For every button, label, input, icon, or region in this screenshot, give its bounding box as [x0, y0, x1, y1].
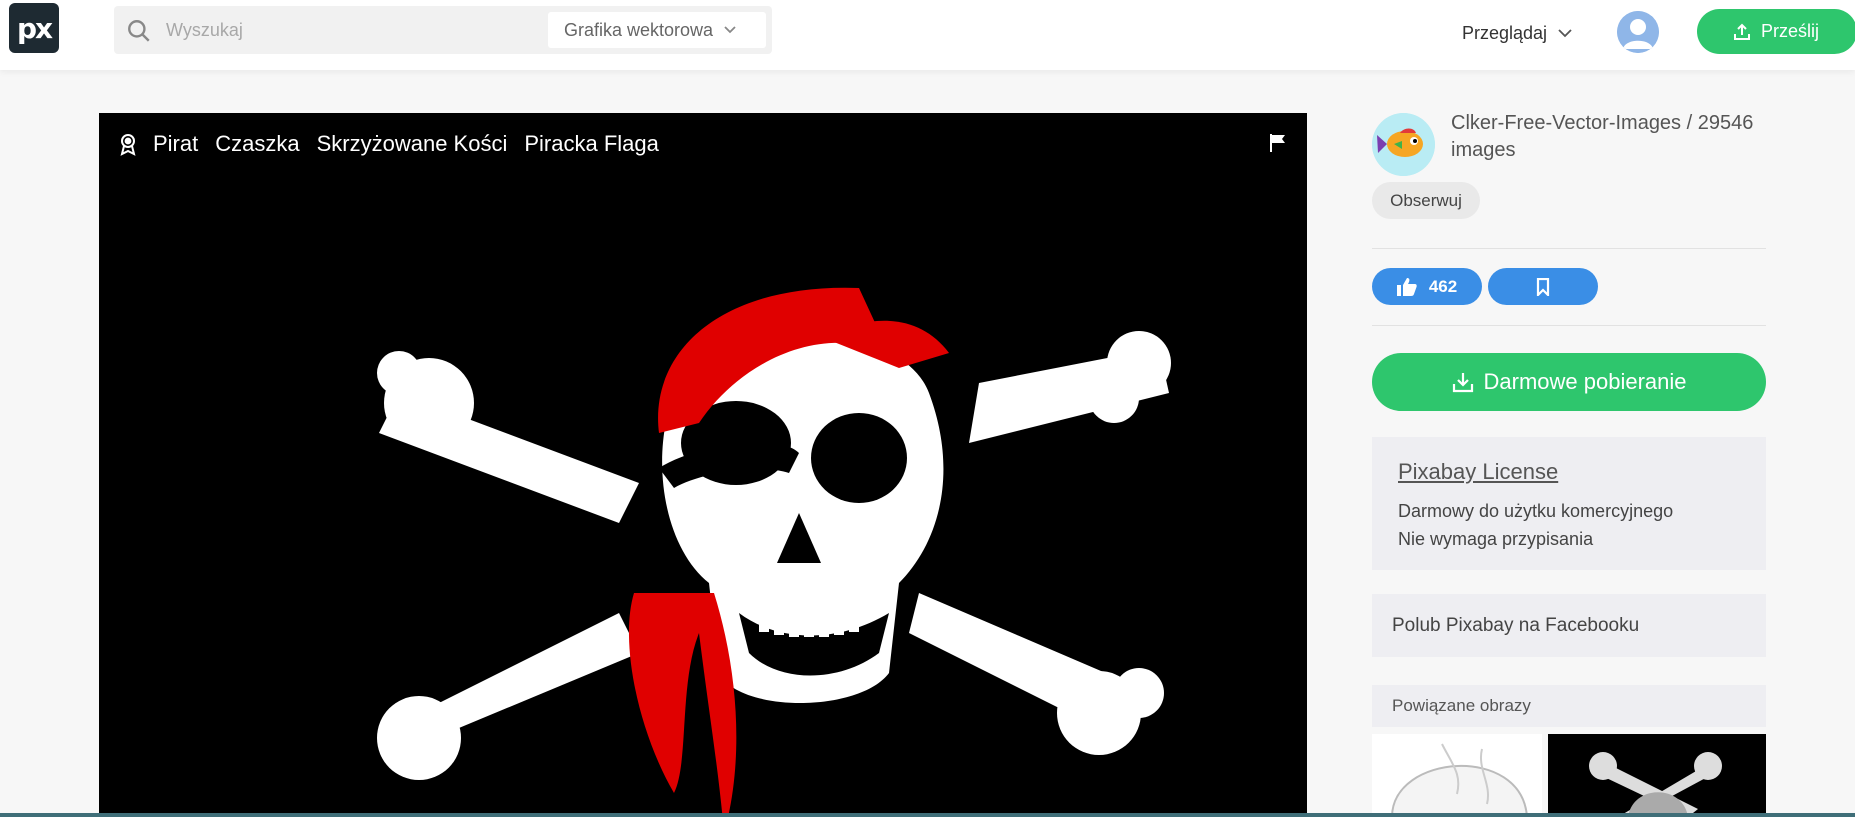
facebook-like-box[interactable]: Polub Pixabay na Facebooku — [1372, 594, 1766, 657]
bottom-edge-bar — [0, 813, 1855, 817]
browse-label: Przeglądaj — [1462, 22, 1548, 43]
related-image-thumbnail[interactable] — [1372, 734, 1542, 817]
license-box: Pixabay License Darmowy do użytku komerc… — [1372, 437, 1766, 570]
download-icon — [1452, 373, 1473, 393]
divider — [1372, 325, 1766, 326]
pirate-flag-artwork — [377, 287, 1171, 817]
flag-icon[interactable] — [1269, 133, 1287, 153]
license-link[interactable]: Pixabay License — [1398, 459, 1740, 485]
related-images-header: Powiązane obrazy — [1372, 685, 1766, 727]
chevron-down-icon — [724, 26, 736, 34]
like-count: 462 — [1428, 276, 1458, 296]
logo-text: px — [16, 11, 53, 45]
top-header: px Grafika wektorowa Przeglądaj Prześlij — [0, 0, 1855, 70]
search-icon[interactable] — [126, 18, 152, 44]
award-icon — [120, 134, 136, 156]
license-line: Darmowy do użytku komercyjnego — [1398, 501, 1674, 521]
user-avatar-icon[interactable] — [1617, 11, 1659, 53]
tag-link[interactable]: Skrzyżowane Kości — [317, 131, 508, 157]
free-download-button[interactable]: Darmowe pobieranie — [1372, 353, 1766, 411]
search-bar: Grafika wektorowa — [114, 6, 772, 54]
upload-icon — [1734, 23, 1750, 40]
upload-label: Prześlij — [1761, 21, 1820, 41]
pixabay-logo[interactable]: px — [9, 3, 59, 53]
license-line: Nie wymaga przypisania — [1398, 529, 1594, 549]
browse-menu[interactable]: Przeglądaj — [1462, 18, 1573, 48]
divider — [1372, 248, 1766, 249]
author-name-link[interactable]: Clker-Free-Vector-Images / 29546 images — [1451, 110, 1781, 164]
chevron-down-icon — [1558, 29, 1572, 38]
like-button[interactable]: 462 — [1372, 268, 1482, 305]
upload-button[interactable]: Prześlij — [1697, 9, 1855, 54]
media-type-label: Grafika wektorowa — [564, 19, 714, 40]
author-avatar[interactable] — [1372, 113, 1435, 176]
bookmark-icon — [1536, 277, 1550, 296]
tag-link[interactable]: Pirat — [153, 131, 198, 157]
bookmark-button[interactable] — [1488, 268, 1598, 305]
tag-link[interactable]: Czaszka — [215, 131, 299, 157]
main-image[interactable]: Pirat Czaszka Skrzyżowane Kości Piracka … — [99, 113, 1307, 817]
thumbs-up-icon — [1396, 278, 1417, 296]
tag-list: Pirat Czaszka Skrzyżowane Kości Piracka … — [117, 131, 676, 157]
follow-button[interactable]: Obserwuj — [1372, 182, 1480, 219]
related-image-thumbnail[interactable] — [1548, 734, 1766, 817]
download-label: Darmowe pobieranie — [1483, 369, 1687, 394]
media-type-dropdown[interactable]: Grafika wektorowa — [548, 12, 766, 48]
tag-link[interactable]: Piracka Flaga — [524, 131, 659, 157]
search-input[interactable] — [166, 15, 496, 45]
